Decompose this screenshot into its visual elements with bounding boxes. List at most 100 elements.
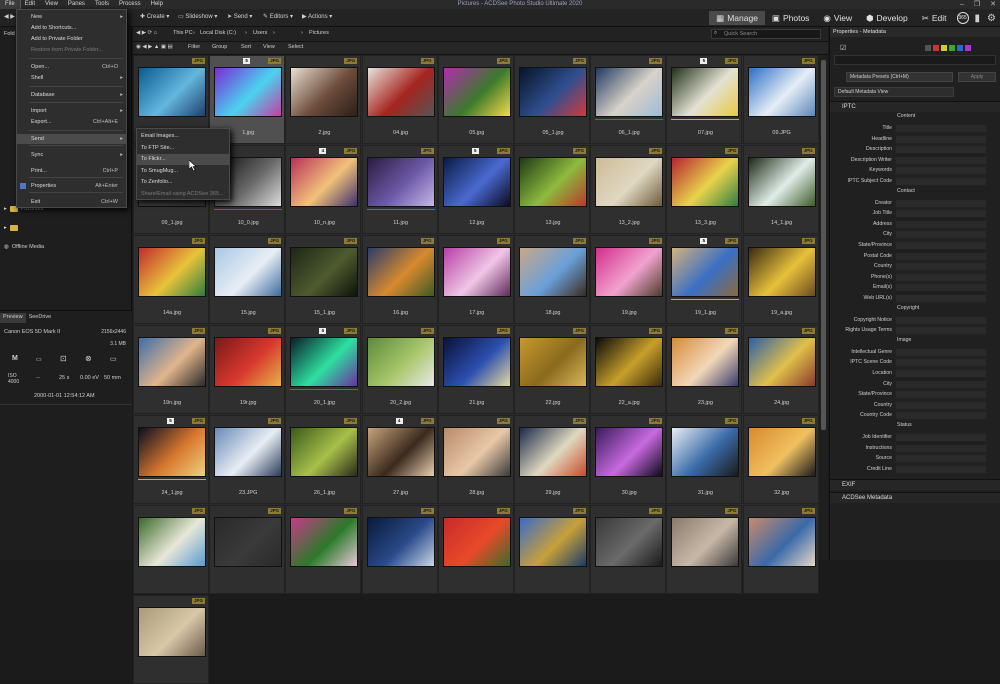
thumbnail-image[interactable] bbox=[595, 67, 664, 117]
thumbnail-item[interactable]: JPG 31.jpg bbox=[666, 415, 743, 504]
tab-preview[interactable]: Preview bbox=[0, 313, 26, 323]
editors-button[interactable]: ✎ Editors ▾ bbox=[263, 13, 293, 20]
metadata-presets-dropdown[interactable]: Metadata Presets (Ctrl+M) bbox=[846, 72, 953, 82]
label-swatch[interactable] bbox=[957, 45, 963, 51]
thumbnail-image[interactable] bbox=[214, 247, 283, 297]
thumbnail-image[interactable] bbox=[442, 67, 511, 117]
field-input[interactable] bbox=[895, 262, 987, 272]
slideshow-button[interactable]: ▭ Slideshow ▾ bbox=[178, 13, 217, 20]
field-input[interactable] bbox=[895, 464, 987, 474]
thumbnail-image[interactable] bbox=[138, 427, 206, 477]
thumbnail-item[interactable]: JPG 5 19_1.jpg bbox=[666, 235, 743, 324]
field-input[interactable] bbox=[895, 390, 987, 400]
field-input[interactable] bbox=[895, 283, 987, 293]
file-menu-item[interactable]: Shell ▸ bbox=[17, 73, 126, 83]
thumbnail-image[interactable] bbox=[138, 337, 206, 387]
thumbnail-image[interactable] bbox=[671, 427, 740, 477]
menu-help[interactable]: Help bbox=[146, 0, 168, 9]
field-input[interactable] bbox=[895, 379, 987, 389]
thumbnail-item[interactable]: JPG 11.jpg bbox=[361, 145, 438, 234]
menu-file[interactable]: File bbox=[0, 0, 21, 10]
thumbnail-image[interactable] bbox=[366, 427, 435, 477]
thumbnail-item[interactable]: JPG 13_2.jpg bbox=[590, 145, 667, 234]
field-input[interactable] bbox=[895, 166, 987, 176]
quick-search-input[interactable]: Quick Search bbox=[711, 29, 821, 39]
breadcrumb-item[interactable]: This PC bbox=[173, 30, 193, 36]
send-menu-item[interactable]: To Zenfolio... bbox=[137, 177, 229, 188]
label-swatch[interactable] bbox=[941, 45, 947, 51]
thumbnail-item[interactable]: JPG 13.jpg bbox=[514, 145, 590, 234]
label-swatch[interactable] bbox=[933, 45, 939, 51]
view-button[interactable]: View bbox=[263, 44, 275, 50]
select-button[interactable]: Select bbox=[288, 44, 303, 50]
thumbnail-image[interactable] bbox=[290, 67, 359, 117]
dashboard-icon[interactable]: ▮ bbox=[975, 13, 981, 24]
send-menu-item[interactable]: To SmugMug... bbox=[137, 166, 229, 177]
group-button[interactable]: Group bbox=[212, 44, 227, 50]
field-input[interactable] bbox=[895, 134, 987, 144]
thumbnail-image[interactable] bbox=[290, 337, 359, 387]
thumbnail-image[interactable] bbox=[595, 337, 664, 387]
sort-button[interactable]: Sort bbox=[241, 44, 251, 50]
develop-mode-button[interactable]: ⬢ Develop bbox=[859, 11, 915, 25]
thumbnail-image[interactable] bbox=[442, 157, 511, 207]
thumbnail-item[interactable]: JPG bbox=[133, 595, 209, 684]
thumbnail-image[interactable] bbox=[595, 247, 664, 297]
tree-item-offline-media[interactable]: ◍ Offline Media bbox=[4, 241, 44, 253]
thumbnail-image[interactable] bbox=[595, 427, 664, 477]
thumbnail-item[interactable]: JPG 05.jpg bbox=[437, 55, 514, 144]
acdsee365-button[interactable]: 365 bbox=[956, 12, 969, 24]
label-swatch[interactable] bbox=[965, 45, 971, 51]
thumbnail-item[interactable]: JPG 32.jpg bbox=[742, 415, 819, 504]
acdsee-metadata-section[interactable]: ACDSee Metadata bbox=[830, 492, 1000, 503]
thumbnail-image[interactable] bbox=[366, 247, 435, 297]
field-input[interactable] bbox=[895, 219, 987, 229]
field-input[interactable] bbox=[895, 400, 987, 410]
label-swatch[interactable] bbox=[949, 45, 955, 51]
thumbnail-item[interactable]: JPG 21.jpg bbox=[437, 325, 514, 414]
thumbnail-image[interactable] bbox=[747, 427, 816, 477]
thumbnail-item[interactable]: JPG bbox=[590, 505, 667, 594]
file-menu-item[interactable]: Database ▸ bbox=[17, 90, 126, 100]
view-mode-button[interactable]: ◉ View bbox=[816, 11, 859, 25]
file-menu-item[interactable]: Open... Ctrl+O bbox=[17, 62, 126, 72]
thumbnail-item[interactable]: JPG 24.jpg bbox=[742, 325, 819, 414]
breadcrumb-item[interactable]: Users bbox=[253, 30, 267, 36]
thumbnail-item[interactable]: JPG 19_a.jpg bbox=[742, 235, 819, 324]
thumbnail-image[interactable] bbox=[138, 67, 206, 117]
thumbnail-item[interactable]: JPG 18.jpg bbox=[514, 235, 590, 324]
checkbox-icon[interactable]: ☑ bbox=[840, 44, 846, 52]
thumbnail-item[interactable]: JPG 15.jpg bbox=[209, 235, 286, 324]
nav-icons[interactable]: ◀ ▶ ⟳ ⌂ bbox=[136, 30, 157, 36]
thumbnail-item[interactable]: JPG 2.jpg bbox=[285, 55, 362, 144]
field-input[interactable] bbox=[895, 433, 987, 442]
apply-button[interactable]: Apply bbox=[958, 72, 996, 82]
thumbnail-image[interactable] bbox=[671, 67, 740, 117]
manage-mode-button[interactable]: ▦ Manage bbox=[709, 11, 765, 25]
thumbnail-image[interactable] bbox=[290, 247, 359, 297]
expand-icon[interactable]: ▸ bbox=[4, 225, 7, 231]
field-input[interactable] bbox=[895, 358, 987, 368]
thumbnail-item[interactable]: JPG bbox=[209, 505, 286, 594]
thumbnail-item[interactable]: JPG 09.JPG bbox=[742, 55, 819, 144]
file-menu-item[interactable]: Send ▸ bbox=[17, 134, 126, 144]
iptc-section[interactable]: IPTC bbox=[830, 101, 1000, 112]
send-button[interactable]: ➤ Send ▾ bbox=[227, 13, 252, 20]
breadcrumb-item[interactable]: Pictures bbox=[309, 30, 329, 36]
field-input[interactable] bbox=[895, 272, 987, 282]
grid-scrollbar-thumb[interactable] bbox=[821, 60, 826, 430]
thumbnail-item[interactable]: JPG 13_3.jpg bbox=[666, 145, 743, 234]
thumbnail-image[interactable] bbox=[138, 247, 206, 297]
field-input[interactable] bbox=[895, 454, 987, 464]
thumbnail-image[interactable] bbox=[747, 337, 816, 387]
nav-icons[interactable]: ◉ ◀ ▶ ▲ ▣ ▤ bbox=[136, 44, 173, 50]
thumbnail-item[interactable]: JPG 4 10_n.jpg bbox=[285, 145, 362, 234]
menu-edit[interactable]: Edit bbox=[20, 0, 40, 9]
file-menu-item[interactable]: Add to Shortcuts... bbox=[17, 23, 126, 33]
thumbnail-item[interactable]: JPG 4 27.jpg bbox=[361, 415, 438, 504]
thumbnail-item[interactable]: JPG bbox=[742, 505, 819, 594]
thumbnail-item[interactable]: JPG 29.jpg bbox=[514, 415, 590, 504]
thumbnail-image[interactable] bbox=[747, 67, 816, 117]
send-menu-item[interactable]: To FTP Site... bbox=[137, 143, 229, 154]
menu-tools[interactable]: Tools bbox=[90, 0, 114, 9]
